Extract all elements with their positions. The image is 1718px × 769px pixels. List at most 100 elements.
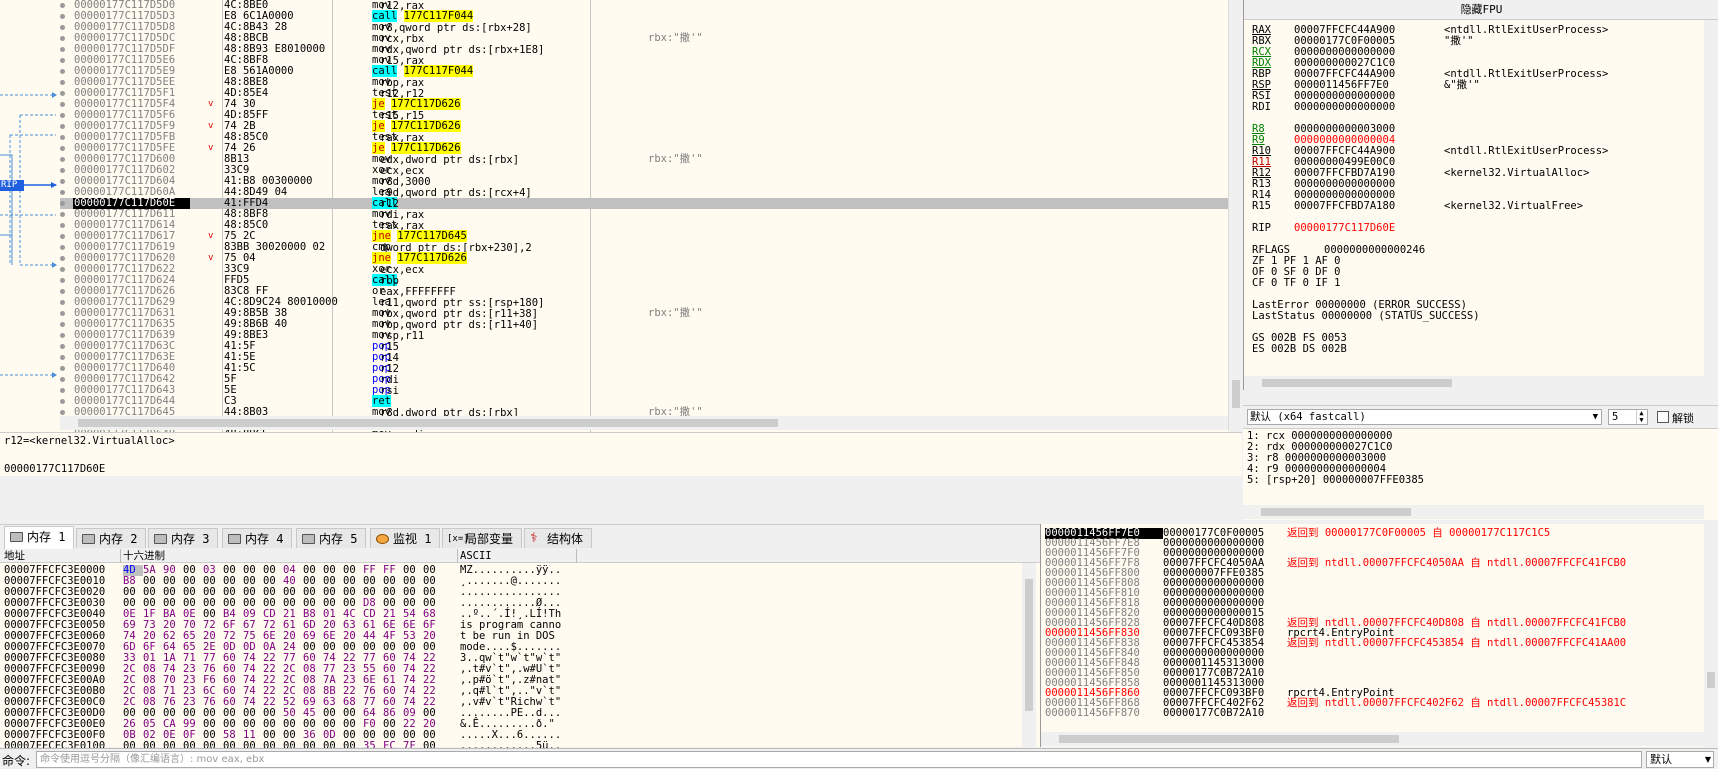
breakpoint-dot[interactable]: [60, 3, 65, 8]
register-value[interactable]: 0000000000000000: [1294, 101, 1444, 113]
breakpoint-dot[interactable]: [60, 113, 65, 118]
calling-convention-bar: 默认 (x64 fastcall) ▼ 5 ▲ ▼ 解锁: [1243, 405, 1718, 427]
stack-view[interactable]: 0000011456FF7E0 00000177C0F00005 返回到 00000…: [1040, 524, 1718, 747]
breakpoint-dot[interactable]: [60, 168, 65, 173]
breakpoint-dot[interactable]: [60, 201, 65, 206]
stack-row[interactable]: 0000011456FF870 00000177C0B72A10: [1045, 708, 1287, 719]
register-value[interactable]: 00007FFCFBD7A180: [1294, 200, 1444, 212]
disasm-comment: rbx:"撒'": [648, 32, 703, 44]
disasm-jump-target[interactable]: 177C117D645: [397, 230, 467, 242]
breakpoint-dot[interactable]: [60, 256, 65, 261]
breakpoint-dot[interactable]: [60, 377, 65, 382]
spin-icon[interactable]: ▲ ▼: [1636, 410, 1646, 424]
breakpoint-dot[interactable]: [60, 234, 65, 239]
register-row[interactable]: ES 002B DS 002B: [1252, 343, 1347, 355]
register-row[interactable]: LastStatus 00000000 (STATUS_SUCCESS): [1252, 310, 1480, 322]
register-row[interactable]: RIP 00000177C117D60E: [1252, 222, 1444, 234]
tab-内存-5[interactable]: 内存 5: [296, 528, 367, 548]
unlock-checkbox[interactable]: [1657, 411, 1669, 423]
breakpoint-dot[interactable]: [60, 146, 65, 151]
tab-label: 内存 1: [27, 530, 66, 544]
breakpoint-dot[interactable]: [60, 47, 65, 52]
stack-v-scrollbar[interactable]: [1704, 524, 1718, 747]
tab-内存-1[interactable]: 内存 1: [4, 526, 75, 549]
breakpoint-dot[interactable]: [60, 311, 65, 316]
memory-dump[interactable]: 地址 十六进制 ASCII 00007FFCFC3E0000 4D 5A 90 00 03…: [0, 549, 1040, 752]
breakpoint-dot[interactable]: [60, 212, 65, 217]
breakpoint-dot[interactable]: [60, 91, 65, 96]
registers-v-scrollbar[interactable]: [1704, 20, 1718, 392]
watch-icon: [376, 534, 389, 544]
stack-h-scrollbar[interactable]: [1041, 732, 1705, 746]
arguments-panel[interactable]: 1: rcx 0000000000000000 2: rdx 0000000000…: [1243, 428, 1718, 520]
breakpoint-dot[interactable]: [60, 80, 65, 85]
breakpoint-dot[interactable]: [60, 399, 65, 404]
breakpoint-dot[interactable]: [60, 69, 65, 74]
breakpoint-dot[interactable]: [60, 289, 65, 294]
disassembly-v-scrollbar[interactable]: [1228, 0, 1242, 430]
register-flags: ES 002B DS 002B: [1252, 343, 1347, 355]
breakpoint-dot[interactable]: [60, 245, 65, 250]
breakpoint-dot[interactable]: [60, 179, 65, 184]
breakpoint-dot[interactable]: [60, 102, 65, 107]
tab-内存-3[interactable]: 内存 3: [148, 528, 219, 548]
register-value[interactable]: 0000000000000246: [1324, 244, 1474, 256]
registers-h-scrollbar[interactable]: [1244, 376, 1705, 390]
breakpoint-dot[interactable]: [60, 14, 65, 19]
argument-row[interactable]: 5: [rsp+20] 000000007FFE0385: [1247, 475, 1424, 486]
disassembly-h-scrollbar[interactable]: [60, 416, 1228, 430]
breakpoint-dot[interactable]: [60, 223, 65, 228]
disasm-jump-target[interactable]: 177C117D626: [390, 98, 461, 110]
register-value[interactable]: 00000177C117D60E: [1294, 222, 1444, 234]
info-line-2: 00000177C117D60E: [4, 463, 106, 475]
dump-header-hex: 十六进制: [123, 550, 165, 562]
breakpoint-dot[interactable]: [60, 135, 65, 140]
register-comment: &"撒'": [1444, 79, 1480, 91]
command-mode-select[interactable]: 默认 ▼: [1646, 751, 1714, 768]
register-row[interactable]: R15 00007FFCFBD7A180 <kernel32.VirtualFree…: [1252, 200, 1583, 212]
tab-局部变量[interactable]: [x=] 局部变量: [442, 528, 523, 548]
disasm-jump-target[interactable]: 177C117F044: [403, 65, 474, 77]
breakpoint-dot[interactable]: [60, 344, 65, 349]
memory-icon: [302, 534, 315, 544]
hide-fpu-button[interactable]: 隐藏FPU: [1244, 0, 1718, 20]
breakpoint-dot[interactable]: [60, 300, 65, 305]
disasm-jump-target[interactable]: 177C117D626: [390, 120, 461, 132]
dump-v-scrollbar[interactable]: [1022, 563, 1036, 747]
disasm-jump-target[interactable]: 177C117D626: [390, 142, 461, 154]
breakpoint-dot[interactable]: [60, 322, 65, 327]
arg-count-stepper[interactable]: 5 ▲ ▼: [1608, 409, 1648, 425]
arguments-h-scrollbar[interactable]: [1243, 505, 1704, 519]
breakpoint-dot[interactable]: [60, 124, 65, 129]
breakpoint-dot[interactable]: [60, 25, 65, 30]
breakpoint-dot[interactable]: [60, 58, 65, 63]
variable-icon: [x=]: [447, 534, 469, 544]
registers-panel[interactable]: 隐藏FPU RAX 00007FFCFC44A900 <ntdll.RtlExitU…: [1243, 0, 1718, 392]
breakpoint-dot[interactable]: [60, 333, 65, 338]
disasm-jump-target[interactable]: 177C117F044: [403, 10, 474, 22]
command-input[interactable]: 命令使用逗号分隔（像汇编语言）: mov eax, ebx: [36, 751, 1642, 768]
register-row[interactable]: RDI 0000000000000000: [1252, 101, 1444, 113]
breakpoint-dot[interactable]: [60, 278, 65, 283]
breakpoint-dot[interactable]: [60, 190, 65, 195]
tab-监视-1[interactable]: 监视 1: [370, 528, 441, 548]
register-row[interactable]: CF 0 TF 0 IF 1: [1252, 277, 1341, 289]
breakpoint-dot[interactable]: [60, 355, 65, 360]
command-bar: 命令: 命令使用逗号分隔（像汇编语言）: mov eax, ebx 默认 ▼: [0, 748, 1718, 769]
breakpoint-dot[interactable]: [60, 36, 65, 41]
calling-convention-select[interactable]: 默认 (x64 fastcall) ▼: [1247, 409, 1602, 425]
tab-结构体[interactable]: ⚕ 结构体: [524, 528, 593, 548]
breakpoint-dot[interactable]: [60, 388, 65, 393]
stack-comment: 返回到 ntdll.00007FFCFC453854 自 ntdll.00007…: [1287, 637, 1627, 649]
breakpoint-dot[interactable]: [60, 410, 65, 415]
disassembly-view[interactable]: RIP 00000177C117D5D0 4C:8BE0 mov r12,rax 00…: [0, 0, 1228, 456]
tab-内存-2[interactable]: 内存 2: [76, 528, 147, 548]
tab-内存-4[interactable]: 内存 4: [222, 528, 293, 548]
breakpoint-dot[interactable]: [60, 366, 65, 371]
breakpoint-dot[interactable]: [60, 267, 65, 272]
chevron-down-icon: ▼: [1704, 755, 1711, 764]
breakpoint-dot[interactable]: [60, 157, 65, 162]
arg-count-value: 5: [1612, 411, 1619, 423]
info-box: r12=<kernel32.VirtualAlloc> 00000177C117…: [0, 432, 1242, 476]
disasm-jump-target[interactable]: 177C117D626: [397, 252, 467, 264]
